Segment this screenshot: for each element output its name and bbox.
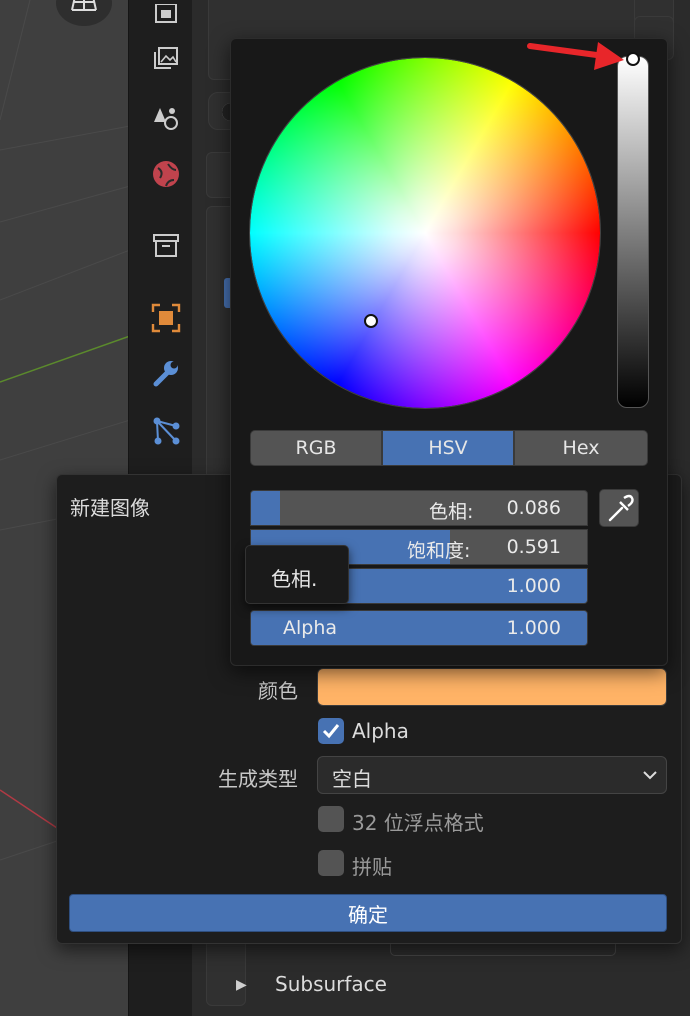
alpha-slider-label: Alpha (283, 617, 338, 639)
tab-collection[interactable] (146, 226, 186, 266)
chevron-down-icon (643, 771, 657, 780)
tiled-label: 拼贴 (352, 855, 392, 879)
mode-tab-rgb[interactable]: RGB (250, 430, 382, 466)
hue-slider[interactable]: 色相: 0.086 (250, 490, 588, 526)
annotation-arrow (527, 42, 624, 70)
alpha-checkbox[interactable] (318, 718, 344, 744)
viewport-navigation-gizmo[interactable] (56, 0, 112, 26)
alpha-slider-value: 1.000 (506, 617, 561, 639)
hidden-field-edge (390, 944, 616, 956)
world-icon (153, 161, 179, 187)
hue-slider-fill (251, 491, 280, 525)
float-buffer-checkbox[interactable] (318, 806, 344, 832)
grid-icon (71, 0, 97, 11)
tab-output[interactable] (146, 0, 186, 40)
scene-icon (154, 108, 178, 130)
alpha-checkbox-label: Alpha (352, 719, 409, 743)
object-icon (151, 303, 181, 333)
generated-type-value: 空白 (332, 767, 372, 791)
hue-slider-value: 0.086 (506, 497, 561, 519)
subsurface-panel-header[interactable]: Subsurface (275, 972, 387, 996)
alpha-slider[interactable]: Alpha 1.000 (250, 610, 588, 646)
value-slider-value: 1.000 (506, 575, 561, 597)
mode-tab-hex[interactable]: Hex (514, 430, 648, 466)
tab-world[interactable] (146, 154, 186, 194)
image-stack-icon (154, 47, 178, 69)
wheel-cursor[interactable] (364, 314, 378, 328)
tab-view-layer[interactable] (146, 40, 186, 80)
archive-box-icon (153, 234, 179, 257)
value-slider-bar[interactable] (617, 56, 649, 408)
tab-particles[interactable] (146, 410, 186, 450)
printer-icon (155, 4, 177, 23)
color-label: 颜色 (258, 679, 298, 703)
generated-type-label: 生成类型 (218, 767, 298, 791)
generated-type-select[interactable]: 空白 (317, 756, 667, 794)
saturation-slider-label: 饱和度: (407, 540, 471, 562)
wheel-outline (249, 57, 601, 409)
wrench-icon (153, 361, 178, 387)
hue-slider-label: 色相: (429, 501, 474, 523)
tooltip-text: 色相. (271, 567, 318, 591)
tab-scene[interactable] (146, 98, 186, 138)
color-swatch[interactable] (317, 668, 667, 706)
mode-tab-hsv[interactable]: HSV (382, 430, 514, 466)
tiled-checkbox[interactable] (318, 850, 344, 876)
hue-tooltip: 色相. (245, 545, 349, 604)
float-buffer-label: 32 位浮点格式 (352, 811, 484, 835)
eyedropper-icon (608, 494, 634, 522)
particles-icon (153, 417, 180, 445)
expand-triangle-icon[interactable]: ▶ (236, 977, 247, 993)
confirm-button[interactable]: 确定 (69, 894, 667, 932)
tab-object[interactable] (146, 298, 186, 338)
checkmark-icon (322, 724, 340, 739)
dialog-title: 新建图像 (70, 496, 150, 520)
eyedropper-button[interactable] (599, 489, 639, 527)
saturation-slider-value: 0.591 (506, 536, 561, 558)
tab-modifiers[interactable] (146, 354, 186, 394)
